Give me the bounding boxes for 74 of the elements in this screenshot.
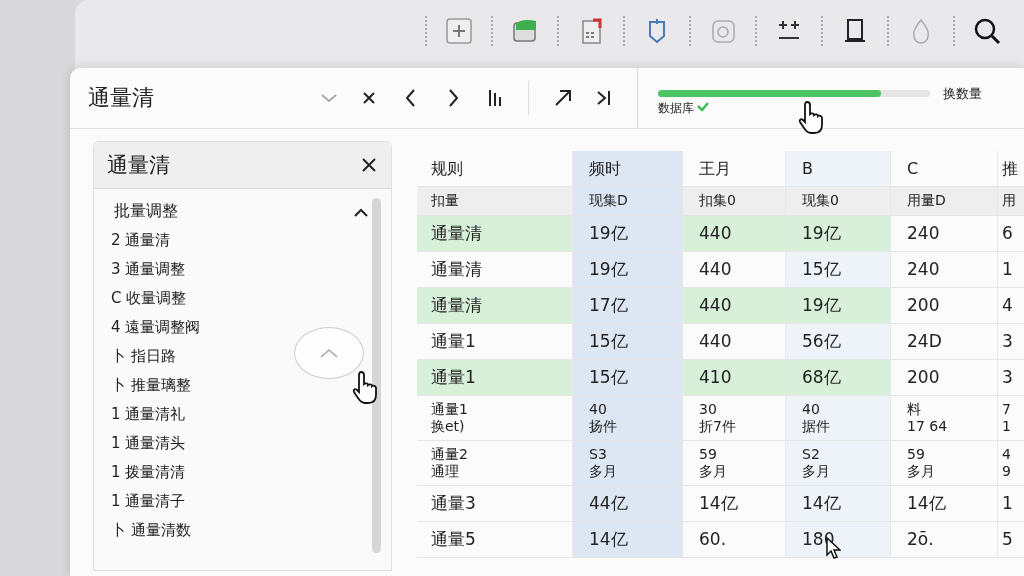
list-item[interactable]: 2 通量清 bbox=[111, 230, 171, 251]
list-item[interactable]: 卜 推量璃整 bbox=[111, 375, 191, 396]
panel-title: 通量清 bbox=[88, 84, 155, 112]
table-cell-text: 通量2 通理 bbox=[430, 444, 469, 481]
table-cell-text: 通量1 bbox=[430, 329, 477, 353]
progress-caption: 数据库 bbox=[658, 99, 694, 117]
table-cell: 24D bbox=[890, 324, 997, 359]
table-cell: 440 bbox=[682, 216, 785, 251]
table-cell: 通量清 bbox=[417, 216, 572, 251]
table-cell: 56亿 bbox=[785, 324, 890, 359]
column-header[interactable]: 扣量 bbox=[417, 187, 572, 215]
table-cell: 17亿 bbox=[572, 288, 682, 323]
table-cell: 44亿 bbox=[572, 486, 682, 521]
table-cell: 2ō. bbox=[890, 522, 997, 557]
table-cell: 40 据件 bbox=[785, 396, 890, 440]
table-cell: 4 bbox=[997, 288, 1024, 323]
progress-label: 换数量 bbox=[943, 85, 982, 103]
column-header[interactable]: 现集D bbox=[572, 187, 682, 215]
table-cell: 15亿 bbox=[785, 252, 890, 287]
sidebar-title: 通量清 bbox=[107, 152, 170, 179]
column-header[interactable]: 频时 bbox=[572, 151, 682, 186]
table-cell: 3 bbox=[997, 324, 1024, 359]
column-header[interactable]: 用量D bbox=[890, 187, 997, 215]
list-item[interactable]: C 收量调整 bbox=[111, 288, 187, 309]
list-item[interactable]: 4 遠量调整阀 bbox=[111, 317, 201, 338]
table-cell: 通量1 bbox=[417, 360, 572, 395]
table-cell: 240 bbox=[890, 252, 997, 287]
column-header[interactable]: 规则 bbox=[417, 151, 572, 186]
table-cell: 14亿 bbox=[785, 486, 890, 521]
table-cell: 5 bbox=[997, 522, 1024, 557]
table-cell: 1 bbox=[997, 486, 1024, 521]
table-cell: 通量清 bbox=[417, 288, 572, 323]
table-cell: 4 9 bbox=[997, 441, 1024, 485]
table-cell: 410 bbox=[682, 360, 785, 395]
list-item[interactable]: 卜 通量清数 bbox=[111, 520, 191, 541]
table-cell: 14亿 bbox=[890, 486, 997, 521]
table-cell: 40 扬件 bbox=[572, 396, 682, 440]
list-item[interactable]: 1 拨量清清 bbox=[111, 462, 186, 483]
table-cell: 7 1 bbox=[997, 396, 1024, 440]
column-header[interactable]: B bbox=[785, 151, 890, 186]
list-item[interactable]: 1 通量清礼 bbox=[111, 404, 186, 425]
list-item[interactable]: 卜 指日路 bbox=[111, 346, 176, 367]
table-cell: 19亿 bbox=[785, 288, 890, 323]
table-cell: 200 bbox=[890, 360, 997, 395]
column-header[interactable]: 用 bbox=[997, 187, 1024, 215]
table-cell-text: 通量1 换et) bbox=[430, 399, 469, 436]
table-cell: S3 多月 bbox=[572, 441, 682, 485]
column-header[interactable]: 现集0 bbox=[785, 187, 890, 215]
table-cell-text: 通量3 bbox=[430, 491, 477, 515]
table-cell: 料 17 64 bbox=[890, 396, 997, 440]
list-item[interactable]: 1 通量清头 bbox=[111, 433, 186, 454]
table-cell: 19亿 bbox=[572, 252, 682, 287]
column-header[interactable]: 扣集0 bbox=[682, 187, 785, 215]
column-header[interactable]: 推 bbox=[997, 151, 1024, 186]
table-cell: 6 bbox=[997, 216, 1024, 251]
table-cell: S2 多月 bbox=[785, 441, 890, 485]
table-cell: 19亿 bbox=[785, 216, 890, 251]
table-cell: 1 bbox=[997, 252, 1024, 287]
table-cell: 3 bbox=[997, 360, 1024, 395]
table-cell: 15亿 bbox=[572, 360, 682, 395]
table-cell: 15亿 bbox=[572, 324, 682, 359]
table-cell: 440 bbox=[682, 288, 785, 323]
table-cell-text: 通量清 bbox=[430, 257, 483, 281]
table-cell: 59 多月 bbox=[890, 441, 997, 485]
list-item[interactable]: 1 通量清子 bbox=[111, 491, 186, 512]
list-item[interactable]: 3 通量调整 bbox=[111, 259, 186, 280]
table-cell: 19亿 bbox=[572, 216, 682, 251]
table-cell-text: 通量5 bbox=[430, 527, 477, 551]
column-header[interactable]: C bbox=[890, 151, 997, 186]
group-header[interactable]: 批量调整 bbox=[114, 197, 369, 226]
table-cell: 68亿 bbox=[785, 360, 890, 395]
table-cell: 240 bbox=[890, 216, 997, 251]
table-cell: 14亿 bbox=[572, 522, 682, 557]
table-cell: 200 bbox=[890, 288, 997, 323]
